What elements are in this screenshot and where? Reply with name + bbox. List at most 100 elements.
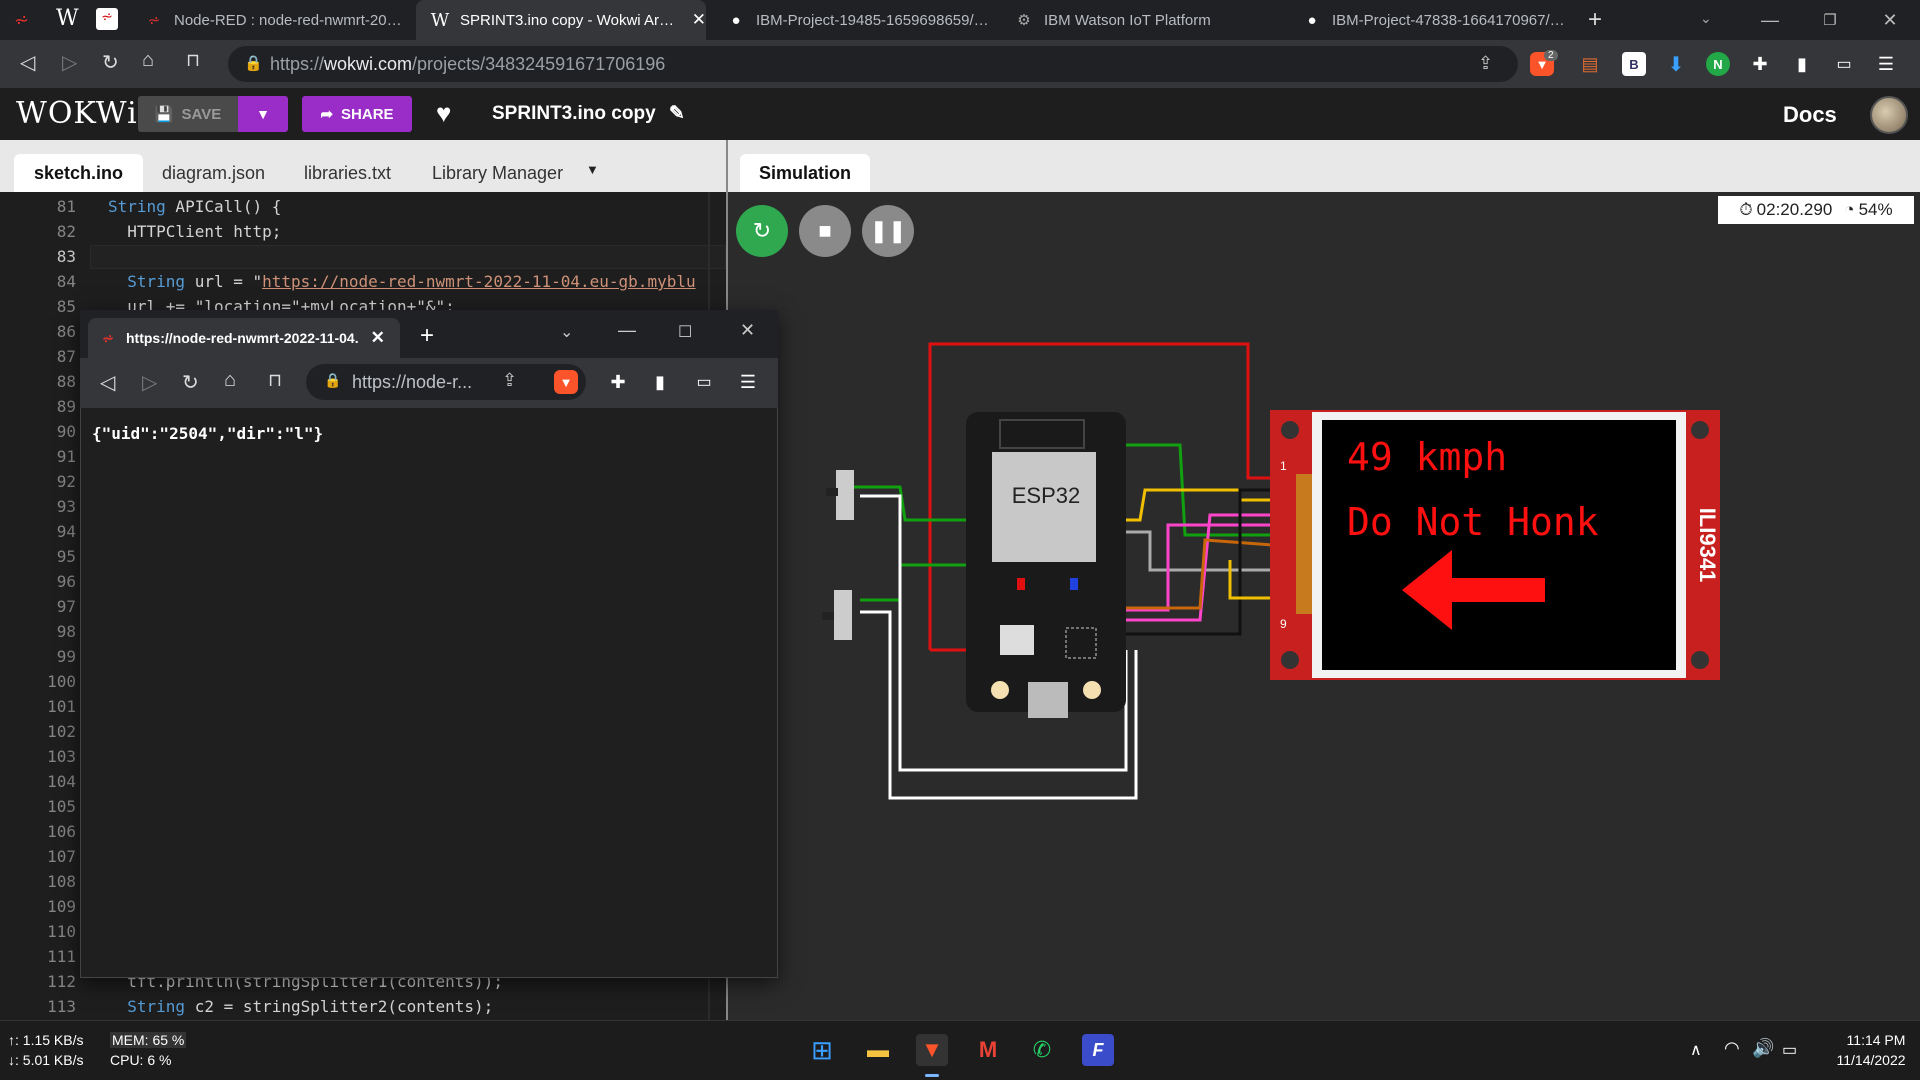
- save-dropdown-button[interactable]: ▼: [238, 96, 288, 132]
- code-line[interactable]: String APICall() {: [108, 197, 281, 216]
- line-number: 104: [47, 772, 76, 791]
- back-icon[interactable]: ◁: [20, 50, 35, 75]
- share-arrow-icon: ➦: [320, 106, 334, 123]
- wallet-icon[interactable]: ▭: [692, 370, 716, 394]
- file-explorer-icon[interactable]: ▬: [862, 1034, 894, 1066]
- code-line[interactable]: String c2 = stringSplitter2(contents);: [108, 997, 493, 1016]
- line-number: 90: [56, 422, 76, 441]
- tab-wokwi[interactable]: W SPRINT3.ino copy - Wokwi Ardui ✕: [416, 0, 706, 40]
- sidebar-icon[interactable]: ▮: [1790, 52, 1814, 76]
- tab-search-icon[interactable]: ⌄: [1700, 10, 1712, 27]
- popup-tab[interactable]: ⩫ https://node-red-nwmrt-2022-11-04. ✕: [88, 318, 400, 358]
- maximize-icon[interactable]: ☐: [678, 322, 692, 342]
- more-tabs-caret-icon[interactable]: ▼: [586, 162, 599, 177]
- extension-b-icon[interactable]: B: [1622, 52, 1646, 76]
- close-tab-icon[interactable]: ✕: [692, 10, 706, 30]
- save-icon: 💾: [154, 106, 174, 123]
- close-window-icon[interactable]: ✕: [1860, 0, 1920, 40]
- volume-icon[interactable]: 🔊: [1752, 1038, 1774, 1059]
- circuit-diagram[interactable]: ESP32 49 kmph Do Not Honk ILI9341 1 9: [728, 192, 1920, 1020]
- battery-icon[interactable]: ▭: [1782, 1040, 1797, 1060]
- simulation-tab-bar: [728, 140, 1920, 192]
- like-heart-icon[interactable]: ♥: [436, 98, 451, 129]
- clock-time[interactable]: 11:14 PM: [1836, 1032, 1916, 1048]
- wifi-icon[interactable]: ◠: [1724, 1038, 1740, 1059]
- extensions-puzzle-icon[interactable]: ✚: [606, 370, 630, 394]
- popup-url-bar[interactable]: 🔒 https://node-r... ⇪: [306, 364, 586, 400]
- forward-icon[interactable]: ▷: [62, 50, 77, 75]
- wokwi-logo[interactable]: WOKWi: [16, 96, 138, 131]
- tab-simulation[interactable]: Simulation: [740, 154, 870, 192]
- net-download-speed: ↓: 5.01 KB/s: [8, 1052, 84, 1068]
- reload-icon[interactable]: ↻: [182, 370, 199, 395]
- brave-shields-icon[interactable]: ▼: [554, 370, 578, 394]
- avatar[interactable]: [1870, 96, 1908, 134]
- code-line[interactable]: String url = "https://node-red-nwmrt-202…: [108, 272, 695, 291]
- display-message-text: Do Not Honk: [1347, 500, 1599, 544]
- tab-diagram-json[interactable]: diagram.json: [142, 154, 285, 192]
- back-icon[interactable]: ◁: [100, 370, 115, 395]
- caret-down-icon: ▼: [256, 106, 270, 122]
- app-f-icon[interactable]: F: [1082, 1034, 1114, 1066]
- extension-n-icon[interactable]: N: [1706, 52, 1730, 76]
- gmail-icon[interactable]: M: [972, 1034, 1004, 1066]
- docs-link[interactable]: Docs: [1783, 102, 1837, 128]
- active-app-indicator: [925, 1074, 939, 1077]
- tab-library-manager[interactable]: Library Manager: [412, 154, 583, 192]
- wokwi-pinned-icon[interactable]: W: [56, 6, 79, 31]
- menu-icon[interactable]: ☰: [1874, 52, 1898, 76]
- tab-github-19485[interactable]: ● IBM-Project-19485-1659698659/out: [712, 0, 992, 40]
- download-icon[interactable]: ⬇: [1664, 52, 1688, 76]
- windows-start-icon[interactable]: ⊞: [806, 1034, 838, 1066]
- chevron-up-icon[interactable]: ∧: [1690, 1040, 1702, 1060]
- wokwi-header: [0, 88, 1920, 140]
- bookmark-icon[interactable]: ⊓: [186, 50, 200, 71]
- code-line[interactable]: HTTPClient http;: [108, 222, 281, 241]
- extension-printer-icon[interactable]: ▤: [1578, 52, 1602, 76]
- home-icon[interactable]: ⌂: [224, 369, 236, 392]
- tab-sketch-ino[interactable]: sketch.ino: [14, 154, 144, 192]
- url-bar[interactable]: 🔒 https://wokwi.com/projects/34832459167…: [228, 46, 1518, 82]
- line-number: 107: [47, 847, 76, 866]
- line-number: 105: [47, 797, 76, 816]
- clock-date[interactable]: 11/14/2022: [1826, 1052, 1916, 1068]
- maximize-icon[interactable]: ❐: [1800, 0, 1860, 40]
- tab-node-red[interactable]: ⩫ Node-RED : node-red-nwmrt-2022-1: [130, 0, 408, 40]
- tab-libraries-txt[interactable]: libraries.txt: [284, 154, 411, 192]
- close-window-icon[interactable]: ✕: [740, 320, 755, 341]
- share-button[interactable]: ➦ SHARE: [302, 96, 412, 132]
- project-name[interactable]: SPRINT3.ino copy ✎: [492, 102, 685, 125]
- menu-icon[interactable]: ☰: [736, 370, 760, 394]
- line-number: 81: [56, 197, 76, 216]
- share-page-icon[interactable]: ⇪: [502, 370, 517, 391]
- line-number: 87: [56, 347, 76, 366]
- minimize-icon[interactable]: —: [618, 320, 636, 341]
- sidebar-icon[interactable]: ▮: [648, 370, 672, 394]
- line-number: 93: [56, 497, 76, 516]
- forward-icon[interactable]: ▷: [142, 370, 157, 395]
- tab-search-icon[interactable]: ⌄: [560, 322, 573, 342]
- node-red-pinned-icon[interactable]: ⩫: [96, 8, 118, 30]
- edit-pencil-icon[interactable]: ✎: [669, 103, 685, 124]
- wire-gray: [1118, 530, 1272, 572]
- node-red-icon[interactable]: ⩫: [14, 10, 29, 31]
- reload-icon[interactable]: ↻: [102, 50, 119, 75]
- wallet-icon[interactable]: ▭: [1832, 52, 1856, 76]
- lock-icon: 🔒: [244, 55, 263, 72]
- tab-ibm-watson[interactable]: ⚙ IBM Watson IoT Platform: [1000, 0, 1280, 40]
- minimize-icon[interactable]: —: [1740, 0, 1800, 40]
- save-button[interactable]: 💾 SAVE: [138, 96, 238, 132]
- share-page-icon[interactable]: ⇪: [1478, 53, 1493, 74]
- close-tab-icon[interactable]: ✕: [371, 328, 385, 348]
- home-icon[interactable]: ⌂: [142, 49, 154, 72]
- popup-browser-window[interactable]: [80, 310, 778, 978]
- line-number: 91: [56, 447, 76, 466]
- tab-github-47838[interactable]: ● IBM-Project-47838-1664170967/Proj: [1288, 0, 1578, 40]
- line-number: 112: [47, 972, 76, 991]
- extensions-puzzle-icon[interactable]: ✚: [1748, 52, 1772, 76]
- brave-taskbar-icon[interactable]: ▼: [916, 1034, 948, 1066]
- new-tab-icon[interactable]: +: [1588, 6, 1602, 34]
- bookmark-icon[interactable]: ⊓: [268, 370, 282, 391]
- whatsapp-icon[interactable]: ✆: [1026, 1034, 1058, 1066]
- new-tab-icon[interactable]: +: [420, 322, 434, 350]
